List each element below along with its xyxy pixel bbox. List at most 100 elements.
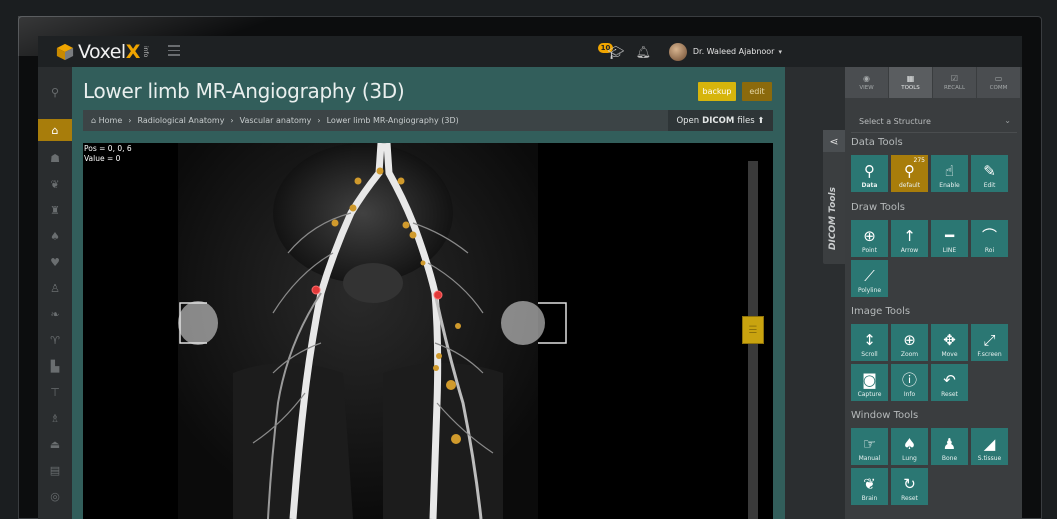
hand-pointer-icon: ☝ — [944, 162, 955, 180]
polyline-tool-button[interactable]: ⟋ Polyline — [851, 260, 888, 297]
sidebar-item-body[interactable]: ♗ — [38, 407, 72, 429]
tab-view[interactable]: ◉ VIEW — [845, 67, 889, 98]
right-panel-tabs: ◉ VIEW ▦ TOOLS ☑ RECALL ▭ COMM — [845, 67, 1022, 98]
left-sidebar: ⚲ ⌂ ☗ ❦ ♜ ♠ ♥ ♙ ❧ ♈ ▙ ⊤ ♗ ⏏ ▤ ◎ — [38, 67, 72, 519]
bone-window-button[interactable]: ♟ Bone — [931, 428, 968, 465]
point-tool-button[interactable]: ⊕ Point — [851, 220, 888, 257]
dicom-tools-label: DICOM Tools — [828, 187, 838, 250]
right-panel: ◉ VIEW ▦ TOOLS ☑ RECALL ▭ COMM Select a Stru… — [845, 67, 1022, 519]
sidebar-item-limb[interactable]: ▙ — [38, 355, 72, 377]
bell-icon[interactable]: 🔔︎ — [636, 45, 651, 59]
breadcrumb-home[interactable]: ⌂ Home — [91, 116, 122, 125]
main-panel: Lower limb MR-Angiography (3D) backup ed… — [72, 67, 785, 519]
upload-icon: ⬆ — [754, 115, 765, 126]
zoom-tool-button[interactable]: ⊕ Zoom — [891, 324, 928, 361]
move-icon: ✥ — [943, 331, 956, 349]
user-name[interactable]: Dr. Waleed Ajabnoor — [693, 47, 775, 56]
sidebar-item-pelvis[interactable]: ♈ — [38, 329, 72, 351]
lungs-icon: ♠ — [902, 435, 917, 453]
sidebar-item-thorax[interactable]: ♜ — [38, 199, 72, 221]
lung-window-button[interactable]: ♠ Lung — [891, 428, 928, 465]
roi-curve-icon: ⌒ — [981, 227, 997, 245]
soft-tissue-window-button[interactable]: ◢ S.tissue — [971, 428, 1008, 465]
pin-icon: ⚲ — [904, 162, 915, 180]
scroll-tool-button[interactable]: ↕ Scroll — [851, 324, 888, 361]
reset-icon: ↻ — [903, 475, 916, 493]
logo-subtext: info — [141, 46, 149, 58]
breadcrumb-item[interactable]: Radiological Anatomy — [137, 116, 224, 125]
manual-window-button[interactable]: ☞ Manual — [851, 428, 888, 465]
fullscreen-tool-button[interactable]: ⤢ F.screen — [971, 324, 1008, 361]
checkmark-icon: ☑ — [950, 74, 959, 83]
grid-icon: ▦ — [906, 74, 915, 83]
default-tool-button[interactable]: 275 ⚲ default — [891, 155, 928, 192]
chat-icon: ▭ — [994, 74, 1003, 83]
app-screen: VoxelX info 10 🎓︎ 🔔︎ Dr. Waleed Ajabnoor… — [38, 36, 1022, 519]
brain-window-button[interactable]: ❦ Brain — [851, 468, 888, 505]
dicom-tools-drawer-tab[interactable]: ⋖ DICOM Tools — [823, 130, 845, 264]
info-tool-button[interactable]: ⓘ Info — [891, 364, 928, 401]
info-icon: ⓘ — [901, 371, 917, 389]
line-icon: ━ — [944, 227, 955, 245]
pos-readout: Pos = 0, 0, 6 Value = 0 — [84, 144, 132, 163]
scroll-arrows-icon: ↕ — [863, 331, 876, 349]
graduation-cap-icon: 🎓︎ — [607, 45, 625, 61]
sidebar-item-spine[interactable]: ⊤ — [38, 381, 72, 403]
window-reset-button[interactable]: ↻ Reset — [891, 468, 928, 505]
sidebar-item-lungs[interactable]: ♠ — [38, 225, 72, 247]
data-tools-title: Data Tools — [851, 137, 903, 148]
courses-button[interactable]: 10 🎓︎ — [597, 42, 628, 62]
structure-select[interactable]: Select a Structure ⌄ — [851, 111, 1017, 133]
hamburger-menu-icon[interactable] — [168, 45, 180, 57]
sidebar-item-document[interactable]: ▤ — [38, 459, 72, 481]
image-reset-tool-button[interactable]: ↶ Reset — [931, 364, 968, 401]
breadcrumb-item[interactable]: Vascular anatomy — [240, 116, 312, 125]
tab-recall[interactable]: ☑ RECALL — [933, 67, 977, 98]
slice-slider-handle[interactable]: ☰ — [742, 316, 764, 344]
pencil-icon: ✎ — [983, 162, 996, 180]
sidebar-item-heart[interactable]: ♥ — [38, 251, 72, 273]
top-bar: VoxelX info 10 🎓︎ 🔔︎ Dr. Waleed Ajabnoor… — [38, 36, 1022, 67]
tab-comm[interactable]: ▭ COMM — [977, 67, 1021, 98]
sidebar-item-settings[interactable]: ◎ — [38, 485, 72, 507]
sidebar-item-head[interactable]: ☗ — [38, 147, 72, 169]
brain-icon: ❦ — [863, 475, 876, 493]
line-tool-button[interactable]: ━ LINE — [931, 220, 968, 257]
tab-tools[interactable]: ▦ TOOLS — [889, 67, 933, 98]
home-icon[interactable]: ⌂ — [38, 119, 72, 141]
chevron-down-icon[interactable]: ▾ — [778, 48, 782, 56]
sidebar-item-gut[interactable]: ❧ — [38, 303, 72, 325]
sidebar-item-foot[interactable]: ⏏ — [38, 433, 72, 455]
draw-tools-title: Draw Tools — [851, 202, 905, 213]
image-tools-title: Image Tools — [851, 306, 911, 317]
roi-tool-button[interactable]: ⌒ Roi — [971, 220, 1008, 257]
skeleton-icon: ♟ — [942, 435, 957, 453]
sidebar-item-abdomen[interactable]: ♙ — [38, 277, 72, 299]
search-icon[interactable]: ⚲ — [38, 81, 72, 103]
capture-tool-button[interactable]: ◙ Capture — [851, 364, 888, 401]
logo[interactable]: VoxelX info — [56, 40, 149, 64]
enable-tool-button[interactable]: ☝ Enable — [931, 155, 968, 192]
window-tools-title: Window Tools — [851, 410, 919, 421]
sidebar-item-brain[interactable]: ❦ — [38, 173, 72, 195]
logo-text: VoxelX — [78, 41, 140, 63]
backup-button[interactable]: backup — [698, 82, 736, 101]
share-icon[interactable]: ⋖ — [823, 130, 845, 152]
mra-scan-image — [178, 143, 567, 519]
dicom-viewer-canvas[interactable]: Pos = 0, 0, 6 Value = 0 ☰ — [83, 143, 773, 519]
arrow-tool-button[interactable]: ↑ Arrow — [891, 220, 928, 257]
edit-button[interactable]: edit — [742, 82, 772, 101]
camera-icon: ◙ — [862, 371, 877, 389]
polyline-icon: ⟋ — [864, 267, 875, 285]
open-dicom-files-button[interactable]: Open DICOM files ⬆ — [668, 110, 773, 131]
fullscreen-icon: ⤢ — [983, 331, 996, 349]
top-bar-user-area: 10 🎓︎ 🔔︎ Dr. Waleed Ajabnoor ▾ — [597, 36, 1022, 67]
move-tool-button[interactable]: ✥ Move — [931, 324, 968, 361]
data-tool-button[interactable]: ⚲ Data — [851, 155, 888, 192]
count-badge: 275 — [912, 157, 926, 164]
page-title: Lower limb MR-Angiography (3D) — [83, 79, 405, 103]
avatar[interactable] — [668, 42, 687, 61]
breadcrumb-separator: › — [317, 116, 321, 125]
breadcrumb: ⌂ Home › Radiological Anatomy › Vascular… — [83, 110, 773, 131]
edit-tool-button[interactable]: ✎ Edit — [971, 155, 1008, 192]
